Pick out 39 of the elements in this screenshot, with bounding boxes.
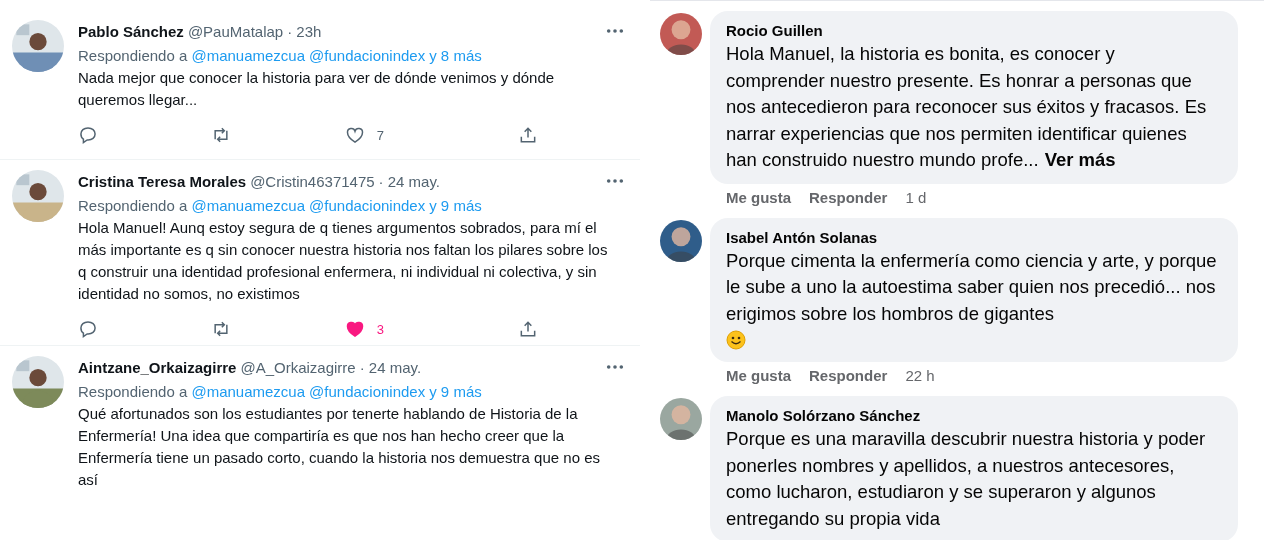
more-icon[interactable] bbox=[606, 364, 624, 370]
tweet-text: Qué afortunados son los estudiantes por tenerte hablando de Historia de la Enfermería! Una idea que compartiría es que nos han hecho creer que la Enfermería tiene un pasado corto, cuando la historia nos demuestra que no es así bbox=[78, 404, 601, 490]
reply-icon[interactable] bbox=[78, 319, 98, 339]
comment-text: Hola Manuel, la historia es bonita, es conocer y comprender nuestro presente. Es honrar a personas que nos antecedieron para reconocer sus éxitos y fracasos. Es narrar experiencias que nos permiten identificar quienes han construido nuestro mundo profe... Ver más bbox=[726, 42, 1208, 172]
reply-context: Respondiendo a @manuamezcua @fundacionindex y 9 más bbox=[78, 382, 483, 402]
user-handle[interactable]: @PauMatalap bbox=[187, 22, 284, 40]
heart-icon[interactable] bbox=[344, 125, 365, 145]
user-handle[interactable]: @Cristin46371475 bbox=[250, 172, 375, 190]
commenter-name[interactable]: Rocio Guillen bbox=[726, 21, 1222, 41]
comment-text: Porque cimenta la enfermería como ciencia y arte, y porque le sube a uno la autoestima saber quien nos precedió... nos erigimos sobre los hombros de gigantes bbox=[726, 248, 1218, 326]
comment-action-link[interactable]: Me gusta bbox=[726, 367, 791, 384]
reply-context: Respondiendo a @manuamezcua @fundacionindex y 8 más bbox=[78, 46, 483, 66]
share-icon[interactable] bbox=[518, 319, 538, 339]
comment-time: 22 h bbox=[905, 367, 935, 384]
user-handle[interactable]: @A_Orkaizagirre bbox=[240, 358, 356, 376]
timestamp[interactable]: · 24 may. bbox=[359, 358, 422, 376]
comment-action-link[interactable]: Me gusta bbox=[726, 188, 791, 206]
comment-time: 1 d bbox=[905, 188, 927, 206]
timestamp[interactable]: · 24 may. bbox=[378, 172, 440, 190]
reply-context: Respondiendo a @manuamezcua @fundacionindex y 9 más bbox=[78, 196, 483, 216]
heart-icon[interactable] bbox=[344, 319, 365, 339]
comment-text: Porque es una maravilla descubrir nuestra historia y poder ponerles nombres y apellidos, a nuestros antecesores, como lucharon, estudiaron y se superaron y algunos entregando su propia vida bbox=[726, 427, 1207, 531]
commenter-name[interactable]: Isabel Antón Solanas bbox=[726, 227, 1222, 248]
reply-icon[interactable] bbox=[78, 125, 98, 145]
see-more-link[interactable]: Ver más bbox=[1044, 149, 1116, 170]
commenter-name[interactable]: Manolo Solórzano Sánchez bbox=[726, 406, 1222, 426]
user-name[interactable]: Aintzane_Orkaizagirre bbox=[78, 358, 237, 376]
comment-action-link[interactable]: Responder bbox=[809, 367, 888, 384]
more-icon[interactable] bbox=[606, 178, 624, 184]
timestamp[interactable]: · 23h bbox=[287, 22, 322, 40]
tweet-text: Hola Manuel! Aunq estoy segura de q tienes argumentos sobrados, para mí el más importante es q sin conocer nuestra historia nos faltan los pilares sobre los q construir una identidad profesional enfermera, ni individual ni colectiva, y sin identidad no somos, no existimos bbox=[78, 218, 609, 304]
comment-action-link[interactable]: Responder bbox=[809, 188, 888, 206]
tweet-text: Nada mejor que conocer la historia para ver de dónde venimos y dónde queremos llegar... bbox=[78, 68, 556, 110]
like-count: 7 bbox=[376, 127, 384, 143]
user-name[interactable]: Cristina Teresa Morales bbox=[78, 172, 247, 190]
more-icon[interactable] bbox=[606, 28, 624, 34]
like-count: 3 bbox=[376, 321, 384, 337]
user-name[interactable]: Pablo Sánchez bbox=[78, 22, 184, 40]
share-icon[interactable] bbox=[518, 125, 538, 145]
